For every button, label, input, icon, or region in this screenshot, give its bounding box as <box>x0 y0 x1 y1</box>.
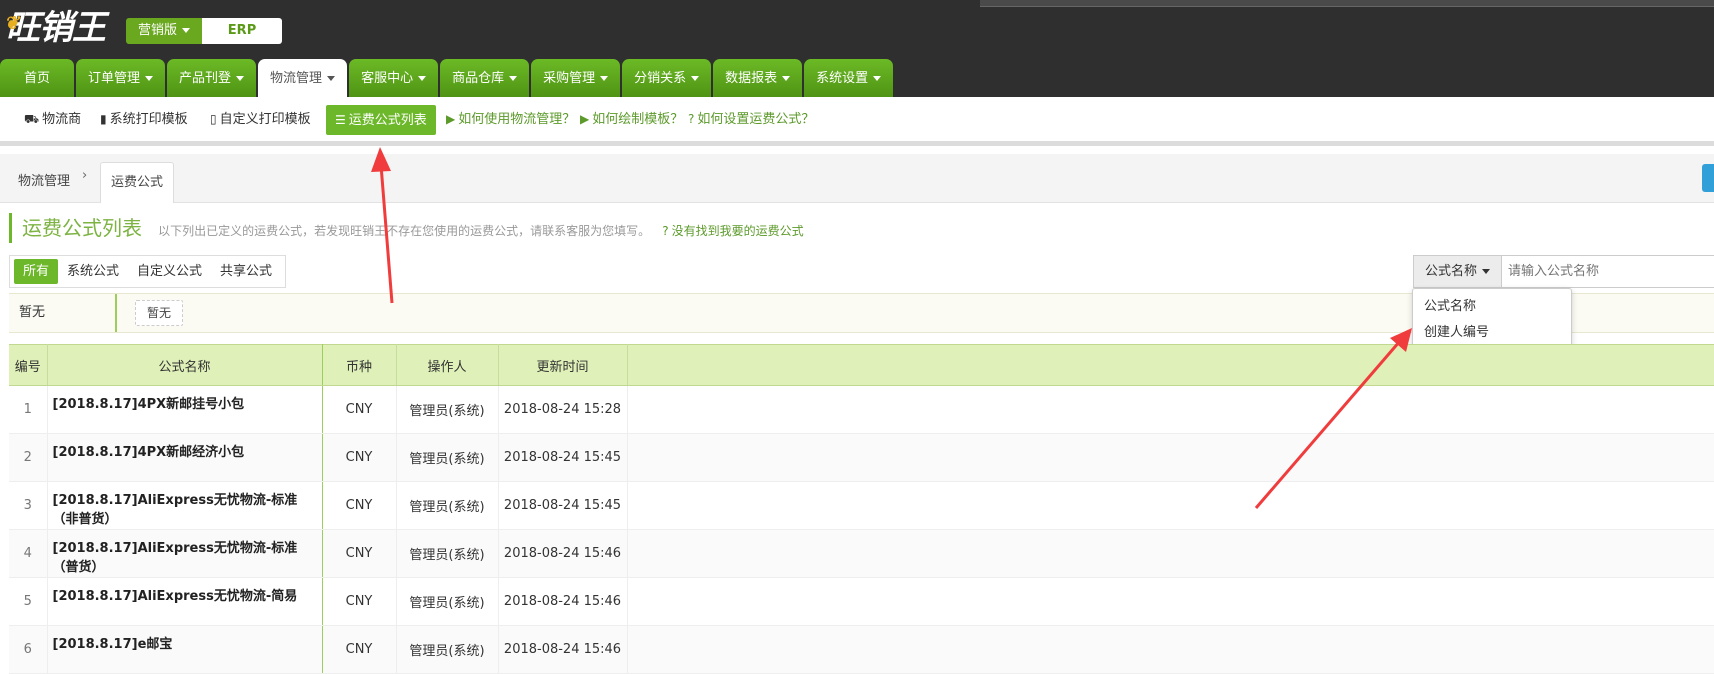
annotation-arrows <box>371 147 1412 509</box>
table-row[interactable]: 6 [2018.8.17]e邮宝 CNY 管理员(系统) 2018-08-24 15:4… <box>9 625 1714 674</box>
annotation-arrow-head <box>371 147 391 172</box>
cell-name[interactable]: [2018.8.17]e邮宝 <box>47 625 323 674</box>
cell-operator: 管理员(系统) <box>396 625 499 674</box>
cell-currency: CNY <box>322 625 397 674</box>
cell-no: 6 <box>9 625 48 674</box>
annotation-arrow-line <box>1254 340 1402 509</box>
annotation-arrow-line <box>379 164 394 304</box>
cell-filler <box>627 625 1714 674</box>
cell-updated: 2018-08-24 15:46 <box>498 625 628 674</box>
